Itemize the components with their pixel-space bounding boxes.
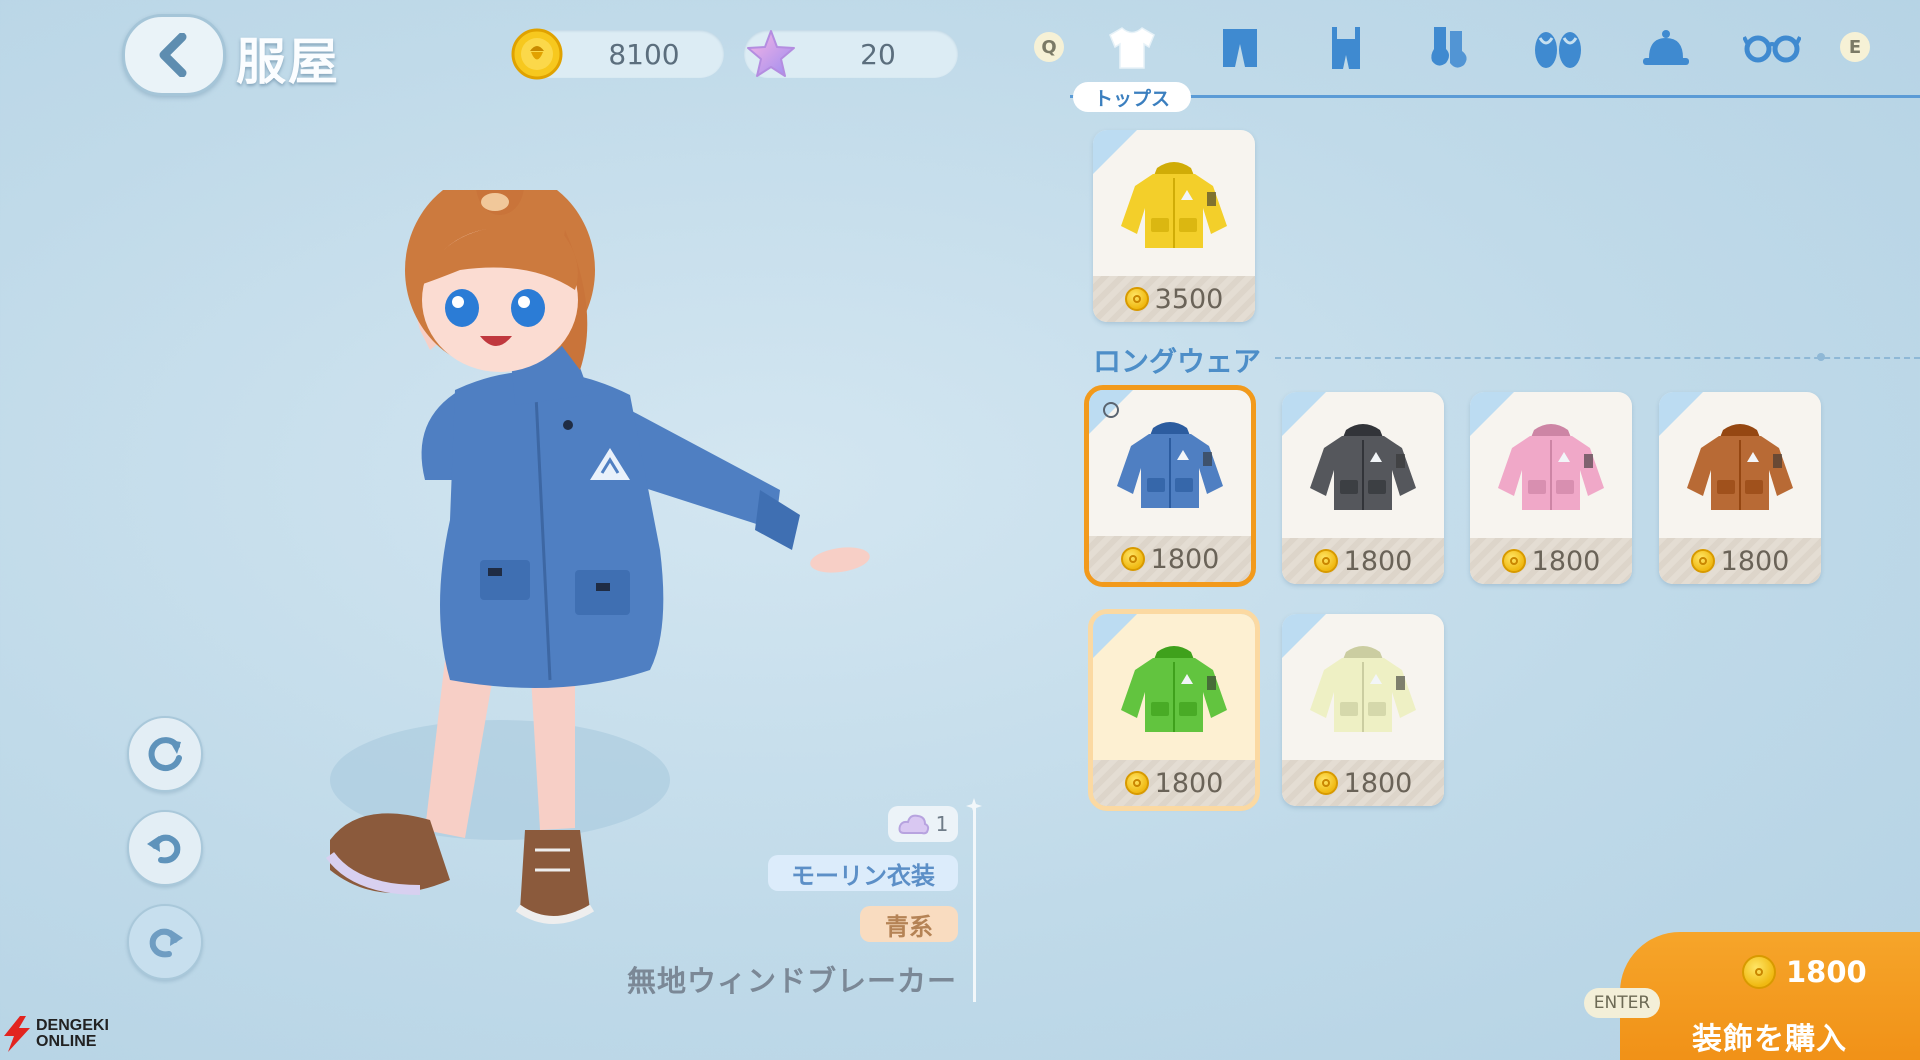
page-title: 服屋 — [236, 33, 340, 91]
category-onepiece[interactable] — [1316, 18, 1376, 78]
logo-line2: ONLINE — [36, 1033, 97, 1050]
dengeki-online-logo: DENGEKI ONLINE — [2, 1016, 109, 1052]
overalls-icon — [1332, 27, 1360, 69]
category-underline — [1070, 95, 1920, 98]
enter-key-hint: ENTER — [1584, 988, 1660, 1018]
item-price-value: 1800 — [1720, 545, 1790, 577]
coin-icon — [1120, 547, 1145, 571]
acorn-coin-icon — [511, 28, 563, 80]
item-card[interactable]: 1800 — [1084, 385, 1256, 587]
item-thumbnail — [1093, 130, 1255, 282]
item-price: 1800 — [1659, 538, 1821, 584]
socks-icon — [1431, 27, 1467, 68]
coin-icon — [1313, 549, 1338, 573]
star-amount: 20 — [860, 37, 896, 71]
item-price: 1800 — [1089, 536, 1251, 582]
item-price-value: 3500 — [1154, 283, 1224, 315]
star-counter: 20 — [744, 30, 958, 78]
sandals-icon — [1535, 32, 1581, 68]
coin-amount: 8100 — [608, 37, 680, 71]
logo-line1: DENGEKI — [36, 1017, 109, 1034]
item-card[interactable]: 1800 — [1282, 614, 1444, 806]
item-thumbnail — [1470, 392, 1632, 544]
coin-icon — [1313, 771, 1338, 795]
jacket-icon — [1121, 646, 1227, 732]
next-category-key[interactable]: E — [1840, 32, 1870, 62]
hat-icon — [1643, 30, 1689, 65]
coin-icon — [1124, 287, 1149, 311]
coin-icon — [1690, 549, 1715, 573]
item-card[interactable]: 1800 — [1088, 609, 1260, 811]
rotate-button[interactable] — [127, 716, 203, 792]
item-price: 1800 — [1282, 760, 1444, 806]
item-thumbnail — [1093, 614, 1255, 766]
item-card[interactable]: 3500 — [1093, 130, 1255, 322]
item-count: 1 — [935, 812, 949, 836]
jacket-icon — [1121, 162, 1227, 248]
item-price-value: 1800 — [1154, 767, 1224, 799]
lightning-icon — [4, 1016, 30, 1052]
buy-label: 装飾を購入 — [1692, 1022, 1847, 1057]
item-thumbnail — [1282, 614, 1444, 766]
item-price: 1800 — [1470, 538, 1632, 584]
category-hats[interactable] — [1636, 18, 1696, 78]
buy-price-value: 1800 — [1786, 955, 1867, 989]
section-title: ロングウェア — [1093, 345, 1262, 378]
character-preview[interactable] — [300, 190, 880, 950]
jacket-icon — [1117, 422, 1223, 508]
divider-dot — [1817, 353, 1825, 361]
item-price: 1800 — [1282, 538, 1444, 584]
undo-button[interactable] — [127, 810, 203, 886]
item-price-value: 1800 — [1531, 545, 1601, 577]
jacket-icon — [1498, 424, 1604, 510]
magnifier-icon[interactable] — [1103, 402, 1119, 418]
item-card[interactable]: 1800 — [1470, 392, 1632, 584]
item-thumbnail — [1282, 392, 1444, 544]
item-card[interactable]: 1800 — [1282, 392, 1444, 584]
coin-icon — [1742, 955, 1776, 989]
item-price-value: 1800 — [1343, 767, 1413, 799]
cloud-icon — [898, 814, 929, 835]
category-tops[interactable] — [1102, 18, 1162, 78]
redo-icon — [149, 928, 183, 958]
back-button[interactable] — [122, 14, 226, 96]
pants-icon — [1223, 29, 1257, 67]
coin-counter: 8100 — [511, 28, 724, 80]
category-shoes[interactable] — [1528, 18, 1588, 78]
item-thumbnail — [1659, 392, 1821, 544]
brand-tag: モーリン衣装 — [768, 855, 958, 891]
coin-icon — [1124, 771, 1149, 795]
rotate-icon — [148, 737, 182, 772]
item-price-value: 1800 — [1150, 543, 1220, 575]
item-name: 無地ウィンドブレーカー — [626, 964, 957, 998]
category-accessories[interactable] — [1742, 18, 1802, 78]
category-bottoms[interactable] — [1210, 18, 1270, 78]
glasses-icon — [1743, 35, 1801, 63]
item-count-badge: 1 — [888, 806, 958, 842]
chevron-left-icon — [159, 33, 187, 77]
prev-category-key[interactable]: Q — [1034, 32, 1064, 62]
item-price-value: 1800 — [1343, 545, 1413, 577]
tshirt-icon — [1109, 27, 1155, 69]
item-price: 1800 — [1093, 760, 1255, 806]
coin-icon — [1501, 549, 1526, 573]
color-tag: 青系 — [860, 906, 958, 942]
jacket-icon — [1310, 646, 1416, 732]
item-card[interactable]: 1800 — [1659, 392, 1821, 584]
redo-button[interactable] — [127, 904, 203, 980]
active-category-label: トップス — [1073, 82, 1191, 112]
star-icon — [747, 30, 795, 77]
jacket-icon — [1310, 424, 1416, 510]
buy-price: 1800 — [1742, 955, 1867, 989]
jacket-icon — [1687, 424, 1793, 510]
info-divider — [973, 806, 976, 1002]
category-socks[interactable] — [1420, 18, 1480, 78]
item-price: 3500 — [1093, 276, 1255, 322]
undo-icon — [147, 834, 181, 864]
character-jacket — [440, 371, 664, 688]
